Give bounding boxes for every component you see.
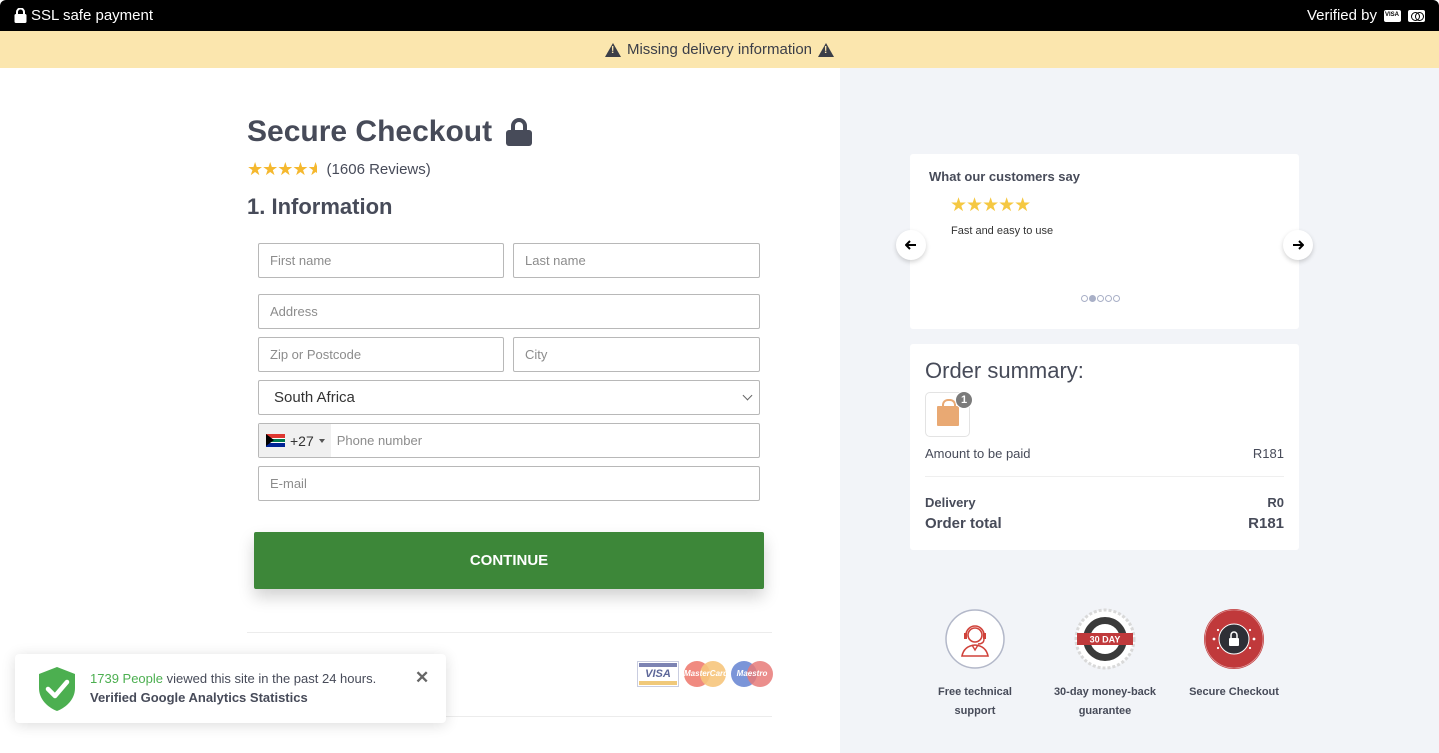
arrow-left-icon: [905, 240, 916, 250]
amount-row: Amount to be paid R181: [925, 446, 1284, 461]
mastercard-icon: [1408, 9, 1425, 22]
visa-icon: [1384, 9, 1401, 22]
divider: [925, 476, 1284, 477]
trust-badge-label: 30-day money-back guarantee: [1053, 686, 1157, 717]
top-bar: SSL safe payment Verified by: [0, 0, 1439, 31]
testimonial-stars-icon: ★★★★★: [950, 195, 1031, 216]
carousel-dot[interactable]: [1097, 295, 1104, 302]
testimonial-quote: Fast and easy to use: [951, 225, 1054, 237]
order-summary: Order summary: 1 Amount to be paid R181 …: [910, 344, 1299, 550]
phone-input[interactable]: [330, 433, 759, 448]
delivery-value: R0: [1267, 495, 1284, 510]
warning-text: Missing delivery information: [626, 41, 813, 58]
trust-badge-guarantee: 30 DAY 30-day money-back guarantee: [1040, 608, 1170, 721]
address-input[interactable]: [258, 294, 760, 329]
viewer-count: 1739 People: [90, 671, 164, 686]
delivery-label: Delivery: [925, 495, 976, 510]
toast-message-rest: viewed this site in the past 24 hours.: [163, 671, 377, 686]
carousel-dots: [1081, 295, 1120, 302]
zip-input[interactable]: [258, 337, 504, 372]
ssl-label: SSL safe payment: [31, 7, 154, 24]
social-proof-toast: 1739 People viewed this site in the past…: [15, 654, 446, 723]
divider: [247, 632, 772, 633]
svg-text:30 DAY: 30 DAY: [1090, 635, 1121, 645]
carousel-prev-button[interactable]: [896, 230, 926, 260]
section-title: 1. Information: [247, 194, 393, 219]
total-label: Order total: [925, 515, 1002, 532]
toast-message: 1739 People viewed this site in the past…: [90, 671, 376, 686]
warning-icon: [604, 42, 621, 57]
verified-by: Verified by: [1307, 7, 1425, 24]
reviews-count: (1606 Reviews): [326, 161, 431, 178]
verified-shield-icon: [39, 667, 75, 711]
testimonial-card: What our customers say ★★★★★ Fast and ea…: [910, 154, 1299, 329]
page-title-text: Secure Checkout: [247, 115, 493, 148]
ssl-indicator: SSL safe payment: [14, 7, 153, 24]
close-icon[interactable]: ✕: [415, 668, 429, 688]
carousel-next-button[interactable]: [1283, 230, 1313, 260]
testimonial-heading: What our customers say: [929, 169, 1080, 184]
rating-stars-icon: ★★★★★: [247, 159, 317, 179]
continue-button[interactable]: CONTINUE: [254, 532, 764, 589]
trust-badge-support: Free technical support: [910, 608, 1040, 721]
carousel-dot[interactable]: [1113, 295, 1120, 302]
trust-badge-label: Secure Checkout: [1189, 686, 1279, 698]
toast-subtitle: Verified Google Analytics Statistics: [90, 690, 308, 705]
carousel-dot[interactable]: [1081, 295, 1088, 302]
amount-value: R181: [1252, 446, 1284, 461]
shopping-bag-icon: [937, 399, 959, 426]
30-day-badge-icon: 30 DAY: [1074, 608, 1136, 670]
trust-badge-secure: Secure Checkout: [1169, 608, 1299, 702]
dial-code-dropdown[interactable]: +27: [259, 424, 331, 457]
payment-logos: VISA MasterCard Maestro: [637, 661, 773, 687]
first-name-input[interactable]: [258, 243, 504, 278]
phone-field: +27: [258, 423, 760, 458]
country-selected: South Africa: [274, 389, 355, 406]
email-input[interactable]: [258, 466, 760, 501]
lock-icon: [506, 118, 533, 146]
secure-checkout-seal-icon: [1204, 609, 1264, 669]
south-africa-flag-icon: [266, 434, 285, 447]
chevron-down-icon: [742, 390, 753, 401]
maestro-logo-icon: Maestro: [731, 661, 773, 687]
order-summary-heading: Order summary:: [925, 358, 1084, 383]
delivery-row: Delivery R0: [925, 495, 1284, 510]
last-name-input[interactable]: [513, 243, 760, 278]
item-count-badge: 1: [955, 391, 973, 409]
lock-icon: [14, 8, 27, 23]
warning-icon: [818, 42, 835, 57]
carousel-dot-active[interactable]: [1089, 295, 1096, 302]
missing-info-banner: Missing delivery information: [0, 31, 1439, 68]
trust-badge-label: Free technical support: [938, 686, 1012, 717]
total-value: R181: [1248, 515, 1284, 532]
carousel-dot[interactable]: [1105, 295, 1112, 302]
mastercard-logo-icon: MasterCard: [684, 661, 728, 687]
rating: ★★★★★ (1606 Reviews): [247, 159, 431, 180]
dial-code: +27: [290, 432, 314, 449]
headset-support-icon: [945, 609, 1005, 669]
page-title: Secure Checkout: [247, 115, 533, 149]
country-select[interactable]: South Africa: [258, 380, 760, 415]
visa-logo-icon: VISA: [637, 661, 679, 687]
arrow-right-icon: [1293, 240, 1304, 250]
amount-label: Amount to be paid: [925, 446, 1031, 461]
verified-label: Verified by: [1306, 7, 1377, 24]
caret-down-icon: [318, 438, 325, 443]
total-row: Order total R181: [925, 515, 1284, 532]
city-input[interactable]: [513, 337, 760, 372]
